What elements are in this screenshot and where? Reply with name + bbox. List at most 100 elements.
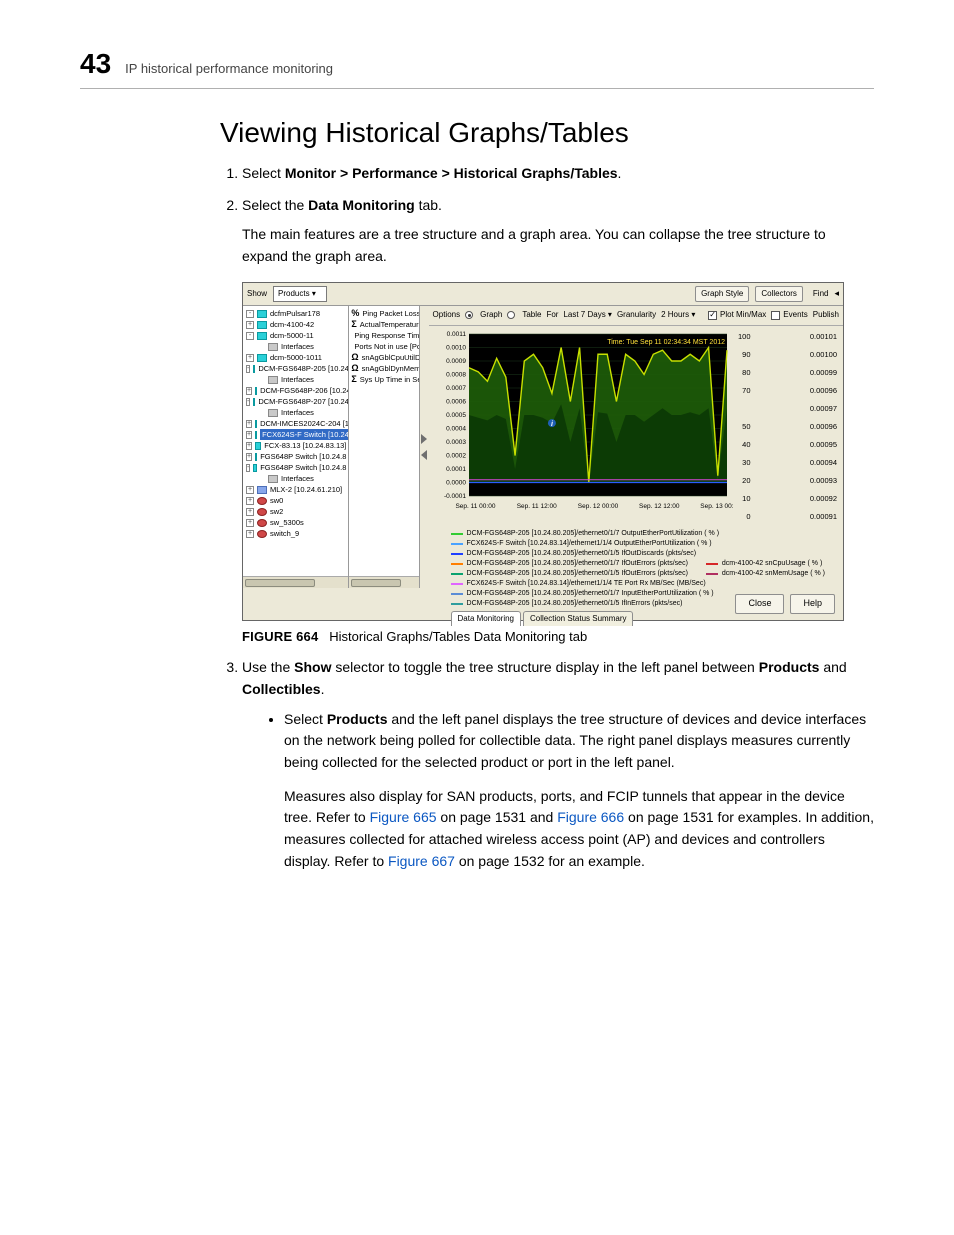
server-icon: [257, 486, 267, 494]
tree-item[interactable]: +FCX624S-F Switch [10.24: [246, 429, 346, 440]
step-3-bullet-1: Select Products and the left panel displ…: [284, 709, 874, 873]
products-name: Products: [759, 659, 820, 675]
tree-item[interactable]: +dcm-5000-1011: [246, 352, 346, 363]
show-selector[interactable]: Products ▾: [273, 286, 327, 302]
tree-scrollbar[interactable]: [243, 576, 348, 588]
tree-item[interactable]: +MLX-2 [10.24.61.210]: [246, 484, 346, 495]
publish-button[interactable]: Publish: [813, 309, 839, 321]
options-button[interactable]: Options: [433, 309, 461, 321]
splitter[interactable]: [420, 306, 429, 588]
value-row: 100.00092: [737, 490, 839, 508]
show-label: Show: [247, 288, 267, 300]
switch-icon: [257, 321, 267, 329]
iface-icon: [268, 475, 278, 483]
legend-swatch: [451, 603, 463, 605]
measure-item[interactable]: ΣSys Up Time in Seconds [S: [351, 374, 417, 385]
tree-item[interactable]: Interfaces: [246, 374, 346, 385]
plot-minmax-checkbox[interactable]: ✓Plot Min/Max: [708, 309, 766, 321]
tree-item[interactable]: +sw_5300s: [246, 517, 346, 528]
granularity-selector[interactable]: 2 Hours ▾: [661, 309, 695, 321]
measure-item[interactable]: Ping Response Time (ms) [Pin: [351, 330, 417, 341]
splitter-left-icon[interactable]: [421, 450, 427, 460]
switch-icon: [253, 365, 255, 373]
tree-item[interactable]: +sw2: [246, 506, 346, 517]
value-row: 500.00096: [737, 418, 839, 436]
chart-plot[interactable]: Time: Tue Sep 11 02:34:34 MST 2012-0.000…: [433, 328, 733, 514]
options-toolbar: Options Graph Table For Last 7 Days ▾ Gr…: [429, 306, 843, 325]
tree-item[interactable]: +FCX-83.13 [10.24.83.13]: [246, 440, 346, 451]
tree-item[interactable]: +FGS648P Switch [10.24.8: [246, 451, 346, 462]
events-checkbox[interactable]: Events: [771, 309, 807, 321]
legend-label: DCM-FGS648P-205 [10.24.80.205]/ethernet0…: [467, 589, 714, 599]
switch-icon: [255, 420, 257, 428]
app-window: Show Products ▾ Graph Style Collectors F…: [242, 282, 844, 621]
switch-icon: [253, 464, 257, 472]
splitter-right-icon[interactable]: [421, 434, 427, 444]
legend-swatch: [706, 573, 718, 575]
step-1-prefix: Select: [242, 165, 285, 181]
legend-label: DCM-FGS648P-205 [10.24.80.205]/ethernet0…: [467, 599, 683, 609]
step-2: Select the Data Monitoring tab. The main…: [242, 195, 874, 648]
link-figure-666[interactable]: Figure 666: [557, 809, 624, 825]
switch-icon: [257, 332, 267, 340]
legend-swatch: [706, 563, 718, 565]
legend-swatch: [451, 533, 463, 535]
tree-item[interactable]: +DCM-IMCES2024C-204 [10: [246, 418, 346, 429]
tree-item[interactable]: -DCM-FGS648P-207 [10.24: [246, 396, 346, 407]
find-label: Find: [813, 288, 829, 300]
help-button[interactable]: Help: [790, 594, 835, 614]
step-2-suffix: tab.: [415, 197, 442, 213]
tree-item[interactable]: -DCM-FGS648P-205 [10.24: [246, 363, 346, 374]
tree-item[interactable]: Interfaces: [246, 473, 346, 484]
tree-item[interactable]: Interfaces: [246, 341, 346, 352]
table-radio-label: Table: [522, 309, 541, 321]
tree-item[interactable]: -dcm-5000-11: [246, 330, 346, 341]
steps-list: Select Monitor > Performance > Historica…: [220, 163, 874, 872]
link-figure-667[interactable]: Figure 667: [388, 853, 455, 869]
table-radio[interactable]: [507, 311, 515, 319]
figure-664: Show Products ▾ Graph Style Collectors F…: [242, 282, 874, 647]
close-button[interactable]: Close: [735, 594, 784, 614]
tree-item[interactable]: +dcm-4100-42: [246, 319, 346, 330]
figure-caption: FIGURE 664 Historical Graphs/Tables Data…: [242, 627, 874, 647]
tree-item[interactable]: +DCM-FGS648P-206 [10.24: [246, 385, 346, 396]
toolbar-left: Show Products ▾ Graph Style Collectors F…: [243, 283, 843, 306]
legend-label: DCM-FGS648P-205 [10.24.80.205]/ethernet0…: [467, 559, 688, 569]
page-header: 43 IP historical performance monitoring: [80, 48, 874, 89]
device-tree[interactable]: -dcfmPulsar178+dcm-4100-42-dcm-5000-11In…: [243, 306, 349, 588]
measure-item[interactable]: Ports Not in use [Port in Use %: [351, 341, 417, 352]
measure-item[interactable]: ΩsnAgGblCpuUtilData [M/F]: [351, 352, 417, 363]
tree-item[interactable]: -dcfmPulsar178: [246, 308, 346, 319]
collapse-icon[interactable]: ◂: [834, 287, 839, 301]
collectors-button[interactable]: Collectors: [755, 286, 803, 302]
legend-row: DCM-FGS648P-205 [10.24.80.205]/ethernet0…: [451, 569, 839, 579]
switch-icon: [255, 387, 257, 395]
legend-row: FCX624S-F Switch [10.24.83.14]/ethernet1…: [451, 539, 839, 549]
legend-row: DCM-FGS648P-205 [10.24.80.205]/ethernet0…: [451, 559, 839, 569]
measure-item[interactable]: ΣActualTemperature [Syste: [351, 319, 417, 330]
measure-item[interactable]: %Ping Packet Loss [Ping Stat: [351, 308, 417, 319]
measures-scrollbar[interactable]: [349, 576, 418, 588]
svg-text:Time: Tue Sep 11 02:34:34 MST: Time: Tue Sep 11 02:34:34 MST 2012: [607, 339, 725, 346]
legend-row: FCX624S-F Switch [10.24.83.14]/ethernet1…: [451, 579, 839, 589]
link-figure-665[interactable]: Figure 665: [370, 809, 437, 825]
graph-radio[interactable]: [465, 311, 473, 319]
globe-icon: [257, 508, 267, 516]
tab-collection-status[interactable]: Collection Status Summary: [523, 611, 633, 626]
globe-icon: [257, 497, 267, 505]
svg-text:0.0006: 0.0006: [446, 398, 466, 405]
graph-style-button[interactable]: Graph Style: [695, 286, 749, 302]
range-selector[interactable]: Last 7 Days ▾: [563, 309, 612, 321]
step-3: Use the Show selector to toggle the tree…: [242, 657, 874, 872]
legend-label: DCM-FGS648P-205 [10.24.80.205]/ethernet0…: [467, 549, 697, 559]
measure-item[interactable]: ΩsnAgGblDynMemUtil [M/F]: [351, 363, 417, 374]
tree-item[interactable]: +sw0: [246, 495, 346, 506]
step-2-body: The main features are a tree structure a…: [242, 224, 874, 267]
tree-item[interactable]: -FGS648P Switch [10.24.8: [246, 462, 346, 473]
svg-text:0.0010: 0.0010: [446, 344, 466, 351]
tree-item[interactable]: +switch_9: [246, 528, 346, 539]
measures-list[interactable]: %Ping Packet Loss [Ping StatΣActualTempe…: [349, 306, 419, 588]
svg-text:0.0007: 0.0007: [446, 385, 466, 392]
tree-item[interactable]: Interfaces: [246, 407, 346, 418]
tab-data-monitoring[interactable]: Data Monitoring: [451, 611, 521, 626]
